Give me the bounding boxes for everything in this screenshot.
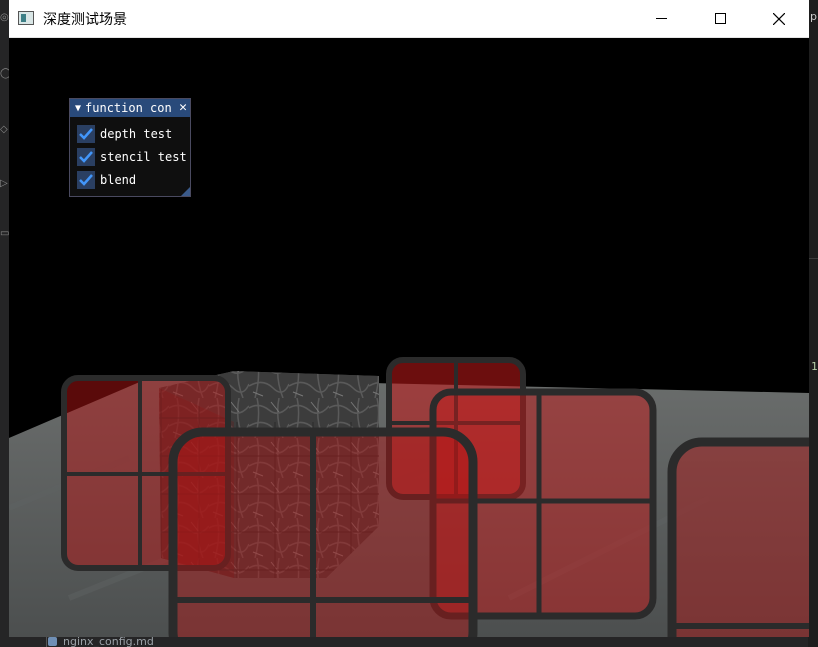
background-text: p <box>810 10 817 23</box>
checkbox-box[interactable] <box>77 171 95 189</box>
blend-checkbox[interactable]: blend <box>77 171 136 189</box>
function-control-panel[interactable]: ▼ function con ✕ depth test stencil test <box>69 98 191 197</box>
depth-test-checkbox[interactable]: depth test <box>77 125 172 143</box>
close-icon <box>773 12 785 25</box>
checkbox-label: blend <box>100 173 137 187</box>
panel-title: function con <box>85 101 172 115</box>
background-editor-tab[interactable]: nginx_config.md <box>48 637 154 647</box>
background-editor-tab-label: nginx_config.md <box>63 637 154 647</box>
render-viewport[interactable]: ▼ function con ✕ depth test stencil test <box>9 38 809 637</box>
background-line-number: 1 <box>811 360 818 373</box>
checkmark-icon <box>79 128 93 140</box>
glass-window <box>168 427 478 637</box>
minimize-icon <box>655 18 667 19</box>
stencil-test-checkbox[interactable]: stencil test <box>77 148 187 166</box>
resize-grip[interactable] <box>181 187 190 196</box>
background-sidebar-icon: ◯ <box>0 68 12 79</box>
background-editor-right: p 1 <box>808 0 818 647</box>
background-editor-tabbar: nginx_config.md <box>10 637 808 647</box>
background-sidebar-icon: ◎ <box>0 12 9 23</box>
minimize-button[interactable] <box>638 0 684 37</box>
background-sidebar-icon: ▷ <box>0 178 8 189</box>
checkbox-box[interactable] <box>77 125 95 143</box>
checkbox-box[interactable] <box>77 148 95 166</box>
markdown-file-icon <box>48 637 57 646</box>
background-divider <box>808 258 818 259</box>
app-window: 深度测试场景 ▼ function con ✕ depth test stenc… <box>9 0 809 637</box>
background-sidebar-icon: ◇ <box>0 124 8 135</box>
window-title: 深度测试场景 <box>43 12 127 28</box>
checkbox-label: depth test <box>100 127 173 141</box>
glass-window <box>667 437 809 637</box>
checkmark-icon <box>79 174 93 186</box>
collapse-triangle-icon[interactable]: ▼ <box>75 103 81 114</box>
panel-title-bar[interactable]: ▼ function con ✕ <box>70 99 190 117</box>
checkbox-label: stencil test <box>100 150 187 164</box>
close-button[interactable] <box>756 0 802 37</box>
background-tab-separator <box>46 637 47 647</box>
panel-close-icon[interactable]: ✕ <box>179 100 187 115</box>
maximize-button[interactable] <box>697 0 743 37</box>
background-sidebar-icon: ▭ <box>0 228 10 239</box>
checkmark-icon <box>79 151 93 163</box>
maximize-icon <box>714 13 726 24</box>
title-bar[interactable]: 深度测试场景 <box>9 0 809 38</box>
app-icon <box>18 11 34 25</box>
